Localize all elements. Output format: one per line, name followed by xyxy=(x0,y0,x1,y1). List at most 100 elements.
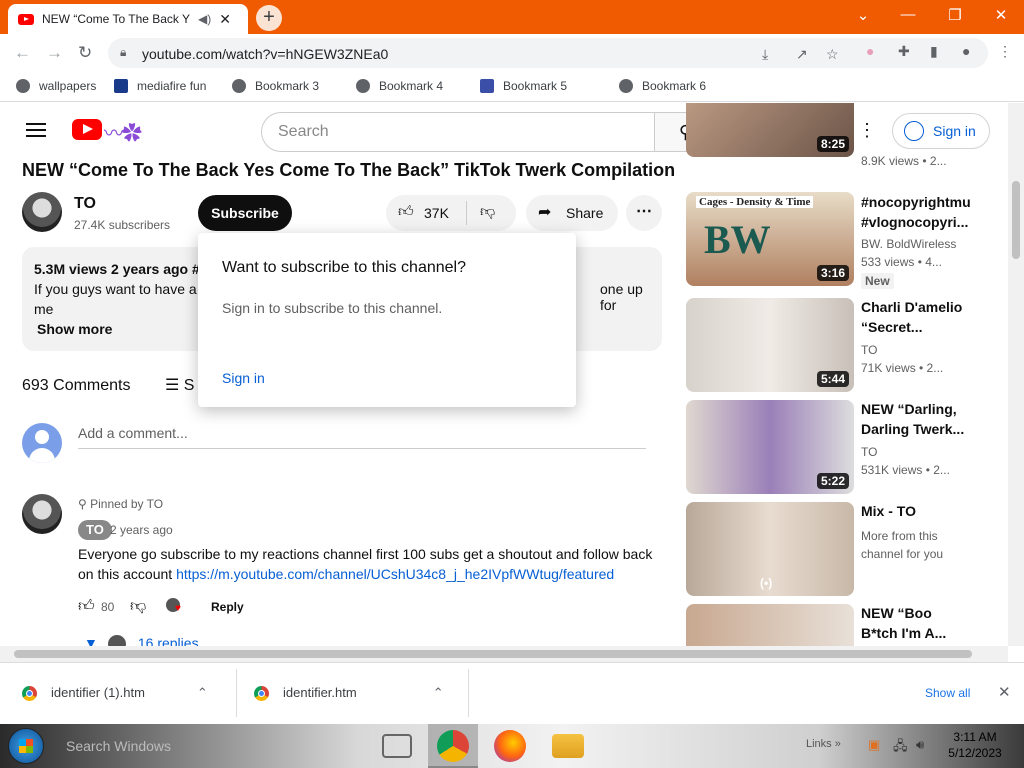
add-comment-input[interactable]: Add a comment... xyxy=(78,423,646,449)
settings-menu-icon[interactable]: ⋮ xyxy=(858,120,876,141)
close-window-button[interactable]: ✕ xyxy=(986,6,1016,24)
view-replies-button[interactable]: ▼ 16 replies xyxy=(84,635,199,646)
lock-icon[interactable]: 🔒︎ xyxy=(120,45,126,60)
recommended-thumbnail[interactable]: 5:22 xyxy=(686,400,854,494)
bookmark-item[interactable]: wallpapers xyxy=(16,79,96,93)
download-item[interactable]: identifier.htm ⌃ xyxy=(254,685,444,702)
audio-playing-icon[interactable]: ◀) xyxy=(198,12,211,26)
browser-tab[interactable]: NEW “Come To The Back Y ◀) ✕ xyxy=(8,4,248,34)
horizontal-scrollbar[interactable] xyxy=(0,646,1008,662)
bookmark-star-icon[interactable]: ☆ xyxy=(826,46,839,63)
links-toolbar[interactable]: Links » xyxy=(806,738,841,750)
restore-button[interactable]: ❐ xyxy=(940,6,970,24)
comment-like-count: 80 xyxy=(101,600,115,614)
bookmark-favicon-icon xyxy=(16,79,30,93)
search-input[interactable]: Search xyxy=(261,112,655,152)
like-count[interactable]: 37K xyxy=(424,205,449,221)
recommended-channel[interactable]: BW. BoldWireless xyxy=(861,237,956,251)
comment-author-avatar[interactable] xyxy=(22,494,62,534)
menu-icon[interactable] xyxy=(26,123,46,137)
download-item[interactable]: identifier (1).htm ⌃ xyxy=(22,685,208,702)
bookmark-item[interactable]: Bookmark 4 xyxy=(356,79,443,93)
system-clock[interactable]: 3:11 AM 5/12/2023 xyxy=(940,729,1010,761)
file-explorer-icon[interactable] xyxy=(552,734,584,758)
recommended-thumbnail[interactable] xyxy=(686,604,854,646)
chevron-up-icon[interactable]: ⌃ xyxy=(433,685,444,700)
dislike-icon[interactable]: 👎︎ xyxy=(480,203,495,221)
chevron-up-icon[interactable]: ⌃ xyxy=(197,685,208,700)
side-panel-icon[interactable]: ▮ xyxy=(930,43,938,60)
volume-icon[interactable]: 🔊︎ xyxy=(916,737,924,753)
scrollbar-thumb[interactable] xyxy=(14,650,972,658)
tray-app-icon[interactable]: ▣ xyxy=(868,737,880,753)
channel-name[interactable]: TO xyxy=(74,195,96,213)
profile-icon[interactable]: ● xyxy=(962,43,970,59)
profile-flag-icon[interactable]: ● xyxy=(866,43,874,59)
comments-count: 693 Comments xyxy=(22,377,131,394)
sign-in-button[interactable]: Sign in xyxy=(892,113,990,149)
youtube-doodle-icon[interactable]: 〰✿ xyxy=(104,117,142,146)
thumbnail-logo: BW xyxy=(704,217,771,262)
show-more-button[interactable]: Show more xyxy=(37,321,112,337)
bookmark-item[interactable]: Bookmark 3 xyxy=(232,79,319,93)
recommended-thumbnail[interactable]: (•) xyxy=(686,502,854,596)
minimize-button[interactable]: — xyxy=(893,6,923,23)
recommended-thumbnail[interactable]: Cages - Density & Time BW 3:16 xyxy=(686,192,854,286)
start-button[interactable] xyxy=(8,728,44,764)
comment-time[interactable]: 2 years ago xyxy=(110,523,173,537)
reload-icon[interactable]: ↻ xyxy=(78,43,92,63)
install-icon[interactable]: ⤓ xyxy=(762,46,768,63)
new-tab-button[interactable]: + xyxy=(256,5,282,31)
address-bar[interactable]: 🔒︎ youtube.com/watch?v=hNGEW3ZNEa0 ⤓ ↗ ☆ xyxy=(108,38,988,68)
sort-comments-button[interactable]: ☰ S xyxy=(165,375,194,395)
youtube-logo-icon[interactable] xyxy=(72,119,102,140)
comment-like-icon[interactable]: 👍︎ xyxy=(78,597,95,616)
chrome-icon[interactable] xyxy=(437,730,469,762)
tab-search-icon[interactable]: ⌄ xyxy=(848,6,878,24)
extensions-icon[interactable]: ✚ xyxy=(898,43,910,60)
bookmark-item[interactable]: mediafire fun xyxy=(114,79,206,93)
recommended-thumbnail[interactable]: 5:44 xyxy=(686,298,854,392)
like-icon[interactable]: 👍︎ xyxy=(398,203,414,221)
task-view-icon[interactable] xyxy=(382,734,412,758)
channel-avatar[interactable] xyxy=(22,192,62,232)
scrollbar-thumb[interactable] xyxy=(1012,181,1020,259)
comment-dislike-icon[interactable]: 👎︎ xyxy=(130,597,146,616)
close-downloads-icon[interactable]: ✕ xyxy=(998,683,1011,701)
recommended-title[interactable]: #nocopyrightmu #vlognocopyri... xyxy=(861,192,971,232)
subscribe-button[interactable]: Subscribe xyxy=(198,195,292,231)
more-actions-button[interactable]: ⋯ xyxy=(626,195,662,231)
globe-icon xyxy=(232,79,246,93)
tab-title: NEW “Come To The Back Y xyxy=(42,12,191,26)
recommended-title[interactable]: Charli D'amelio “Secret... xyxy=(861,297,966,337)
share-button[interactable]: ➦ Share xyxy=(526,195,618,231)
recommended-title[interactable]: NEW “Boo B*tch I'm A... xyxy=(861,603,966,643)
bookmark-item[interactable]: Bookmark 5 xyxy=(480,79,567,93)
taskbar-search-input[interactable]: Search Windows xyxy=(66,738,171,754)
bookmark-item[interactable]: Bookmark 6 xyxy=(619,79,706,93)
recommended-meta: 8.9K views • 2... xyxy=(861,154,947,168)
recommended-title[interactable]: NEW “Darling, Darling Twerk... xyxy=(861,399,966,439)
comment-author-badge[interactable]: TO xyxy=(78,520,112,540)
url-text[interactable]: youtube.com/watch?v=hNGEW3ZNEa0 xyxy=(142,46,388,62)
recommended-thumbnail[interactable]: 8:25 xyxy=(686,103,854,157)
vertical-scrollbar[interactable] xyxy=(1008,103,1024,646)
chrome-file-icon xyxy=(22,686,37,702)
network-icon[interactable]: 🖧︎ xyxy=(893,737,908,759)
comment-link[interactable]: https://m.youtube.com/channel/UCshU34c8_… xyxy=(176,566,614,582)
clock-date: 5/12/2023 xyxy=(948,746,1002,760)
share-page-icon[interactable]: ↗ xyxy=(796,46,808,63)
show-all-downloads-link[interactable]: Show all xyxy=(925,686,970,700)
divider xyxy=(236,669,237,717)
recommended-channel[interactable]: TO xyxy=(861,343,877,357)
firefox-icon[interactable] xyxy=(494,730,526,762)
forward-icon[interactable]: → xyxy=(46,43,63,63)
recommended-channel[interactable]: TO xyxy=(861,445,877,459)
browser-menu-icon[interactable]: ⋮ xyxy=(998,43,1012,60)
popup-title: Want to subscribe to this channel? xyxy=(222,259,466,276)
popup-sign-in-link[interactable]: Sign in xyxy=(222,370,265,386)
recommended-title[interactable]: Mix - TO xyxy=(861,501,966,521)
reply-button[interactable]: Reply xyxy=(211,600,244,614)
tab-close-icon[interactable]: ✕ xyxy=(219,11,231,28)
back-icon[interactable]: ← xyxy=(14,43,31,63)
